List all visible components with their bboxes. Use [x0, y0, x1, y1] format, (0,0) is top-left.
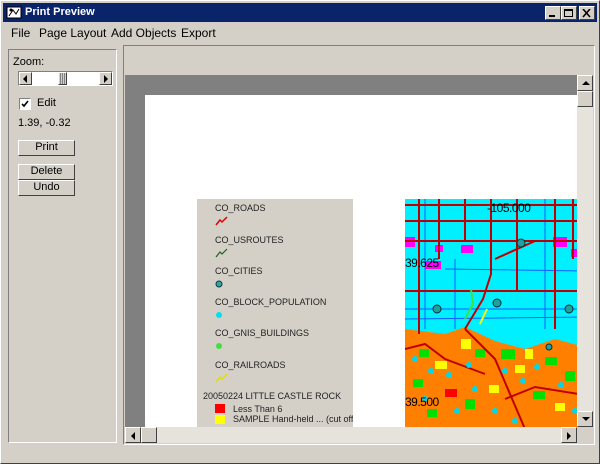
vertical-scroll-thumb[interactable] — [577, 91, 593, 107]
zoom-label: Zoom: — [13, 56, 45, 68]
close-icon — [582, 9, 591, 18]
green-line-icon — [215, 248, 228, 258]
preview-canvas[interactable]: CO_ROADS CO_USROUTES CO_CITIES CO_BLOCK_… — [125, 75, 577, 427]
legend-label-cities: CO_CITIES — [215, 266, 263, 276]
scroll-right-button[interactable] — [561, 427, 577, 443]
arrow-down-icon — [582, 417, 590, 421]
legend-swatch-red — [215, 404, 225, 413]
arrow-right-icon — [104, 75, 108, 83]
title-bar[interactable]: Print Preview — [3, 3, 597, 22]
map-frame[interactable]: -105.000 39.625 39.500 — [405, 199, 577, 427]
legend-label-usroutes: CO_USROUTES — [215, 235, 284, 245]
legend-class-label-1: SAMPLE Hand-held ... (cut off) — [233, 414, 353, 424]
delete-button[interactable]: Delete — [18, 164, 75, 180]
legend-class-label-0: Less Than 6 — [233, 404, 283, 414]
menu-export[interactable]: Export — [179, 26, 218, 40]
app-icon — [6, 6, 22, 19]
map-label-longitude: -105.000 — [487, 201, 531, 215]
tool-panel: Zoom: Edit 1.39, -0.32 Print Delete Undo — [8, 49, 117, 443]
vertical-scrollbar[interactable] — [577, 75, 593, 427]
menu-bar: File Page Layout Add Objects Export — [3, 23, 597, 42]
print-preview-window: Print Preview File Page Layout Add Objec… — [0, 0, 600, 464]
edit-checkbox[interactable] — [19, 98, 31, 110]
arrow-up-icon — [582, 81, 590, 85]
legend-label-gnis-buildings: CO_GNIS_BUILDINGS — [215, 328, 310, 338]
cursor-coordinates: 1.39, -0.32 — [18, 117, 71, 129]
map-label-lat-1: 39.625 — [405, 256, 439, 270]
horizontal-scrollbar[interactable] — [125, 427, 577, 443]
menu-page-layout[interactable]: Page Layout — [37, 26, 108, 40]
legend-label-block-population: CO_BLOCK_POPULATION — [215, 297, 327, 307]
legend-label-railroads: CO_RAILROADS — [215, 360, 286, 370]
scroll-down-button[interactable] — [577, 411, 593, 427]
print-page[interactable]: CO_ROADS CO_USROUTES CO_CITIES CO_BLOCK_… — [145, 95, 577, 427]
map-graphic — [405, 199, 577, 427]
horizontal-scroll-thumb[interactable] — [141, 427, 157, 443]
zoom-slider[interactable] — [18, 71, 113, 86]
green-dot-icon — [216, 343, 222, 349]
close-button[interactable] — [579, 6, 595, 20]
arrow-left-icon — [23, 75, 27, 83]
scroll-left-button[interactable] — [125, 427, 141, 443]
print-button[interactable]: Print — [18, 140, 75, 156]
menu-file[interactable]: File — [9, 26, 32, 40]
legend-label-roads: CO_ROADS — [215, 203, 266, 213]
minimize-button[interactable] — [545, 6, 561, 20]
window-title: Print Preview — [25, 6, 95, 18]
red-line-icon — [215, 216, 228, 226]
arrow-right-icon — [567, 432, 571, 440]
zoom-decrease-button[interactable] — [19, 72, 32, 85]
scrollbar-corner — [577, 427, 593, 443]
legend-swatch-yellow — [215, 415, 225, 424]
scroll-up-button[interactable] — [577, 75, 593, 91]
maximize-button[interactable] — [561, 6, 577, 20]
map-legend[interactable]: CO_ROADS CO_USROUTES CO_CITIES CO_BLOCK_… — [197, 199, 353, 427]
menu-add-objects[interactable]: Add Objects — [109, 26, 178, 40]
arrow-left-icon — [131, 432, 135, 440]
yellow-line-icon — [215, 373, 228, 383]
cyan-dot-icon — [216, 312, 222, 318]
undo-button[interactable]: Undo — [18, 180, 75, 196]
teal-dot-icon — [215, 280, 223, 288]
map-label-lat-2: 39.500 — [405, 395, 439, 409]
checkmark-icon — [21, 100, 29, 108]
minimize-icon — [549, 15, 555, 17]
edit-label: Edit — [37, 97, 56, 109]
zoom-slider-thumb[interactable] — [58, 72, 67, 85]
zoom-increase-button[interactable] — [99, 72, 112, 85]
maximize-icon — [564, 9, 573, 17]
legend-raster-title: 20050224 LITTLE CASTLE ROCK — [203, 391, 342, 401]
